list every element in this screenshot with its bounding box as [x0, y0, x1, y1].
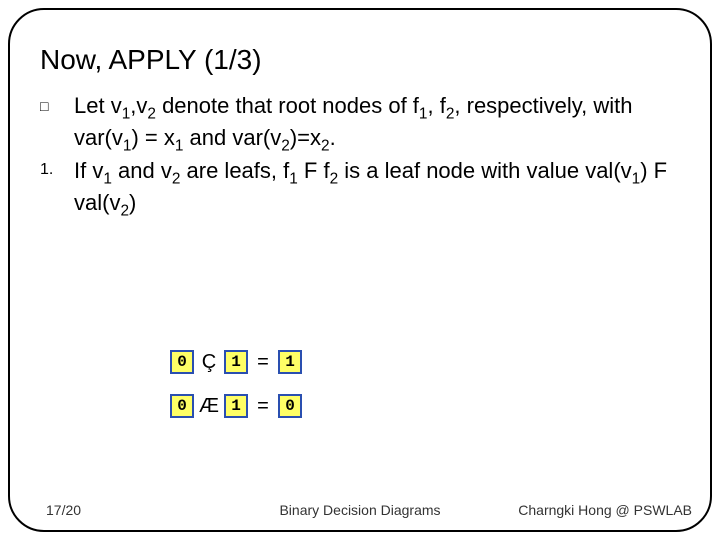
value-box: 0 — [278, 394, 302, 418]
equals: = — [248, 394, 278, 418]
footer-author: Charngki Hong @ PSWLAB — [518, 502, 692, 518]
box-row: 0 Ç 1 = 1 — [170, 348, 302, 376]
footer: 17/20 Binary Decision Diagrams Charngki … — [0, 498, 720, 518]
operator: Ç — [194, 350, 224, 374]
slide-border — [8, 8, 712, 532]
value-box: 1 — [224, 350, 248, 374]
value-box: 1 — [224, 394, 248, 418]
value-box: 0 — [170, 394, 194, 418]
value-box: 1 — [278, 350, 302, 374]
bullet-item: 1. If v1 and v2 are leafs, f1 F f2 is a … — [40, 157, 676, 220]
bullet-marker: 1. — [40, 157, 74, 179]
operator: Æ — [194, 394, 224, 418]
value-box: 0 — [170, 350, 194, 374]
box-row: 0 Æ 1 = 0 — [170, 392, 302, 420]
bullet-text: Let v1,v2 denote that root nodes of f1, … — [74, 92, 676, 155]
slide-body: □ Let v1,v2 denote that root nodes of f1… — [40, 92, 676, 221]
slide-title: Now, APPLY (1/3) — [40, 44, 680, 76]
bullet-marker: □ — [40, 92, 74, 114]
bullet-text: If v1 and v2 are leafs, f1 F f2 is a lea… — [74, 157, 676, 220]
value-boxes: 0 Ç 1 = 1 0 Æ 1 = 0 — [170, 348, 302, 436]
bullet-item: □ Let v1,v2 denote that root nodes of f1… — [40, 92, 676, 155]
equals: = — [248, 350, 278, 374]
